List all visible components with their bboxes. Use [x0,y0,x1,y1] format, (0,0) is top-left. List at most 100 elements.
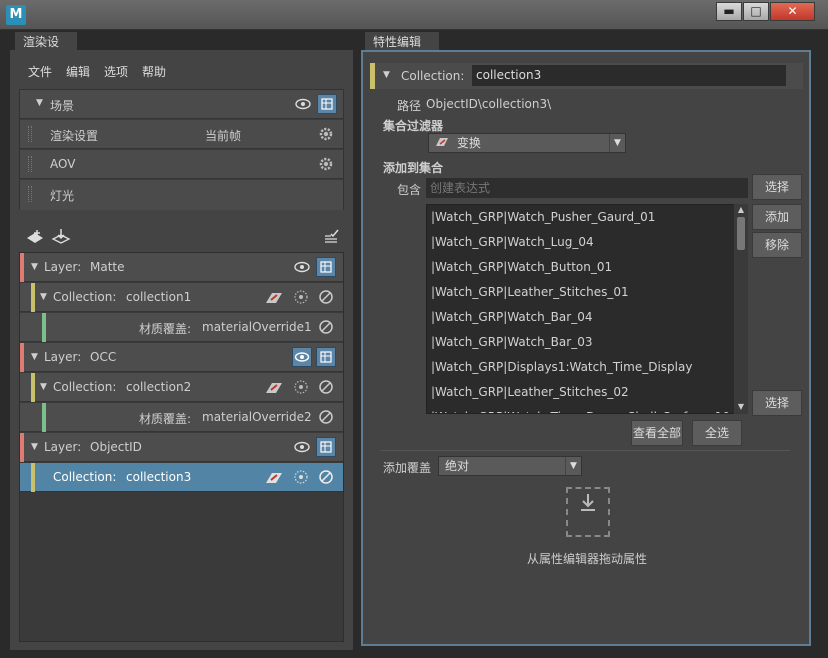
menu-bar: 文件 编辑 选项 帮助 [28,63,166,80]
render-visibility-icon[interactable] [316,437,336,457]
list-item[interactable]: |Watch_GRP|Watch_Lug_04 [431,230,594,255]
triangle-down-icon[interactable]: ▼ [36,98,43,108]
collection-color-stripe [31,373,35,402]
include-expression-input[interactable]: 创建表达式 [426,178,748,198]
menu-edit[interactable]: 编辑 [66,63,90,80]
list-item[interactable]: |Watch_GRP|Leather_Stitches_01 [431,280,629,305]
override-label: 材质覆盖: [139,412,192,426]
list-item[interactable]: |Watch_GRP|Leather_Stitches_02 [431,380,629,405]
disable-icon[interactable] [317,408,335,426]
triangle-down-icon[interactable]: ▼ [31,442,38,452]
override-icon [264,381,284,395]
layer-row-objectid[interactable]: ▼ Layer: ObjectID [20,433,343,462]
layer-color-stripe [20,433,24,462]
layer-color-stripe [20,343,24,372]
collection-members-list[interactable]: |Watch_GRP|Watch_Pusher_Gaurd_01 |Watch_… [426,204,748,414]
scene-item-aov[interactable]: AOV [20,150,343,179]
drag-attributes-hint: 从属性编辑器拖动属性 [527,552,648,566]
collection-row-collection3[interactable]: Collection: collection3 [20,463,343,492]
render-layers-tree: ▼ Layer: Matte ▼ Collection: collection1… [19,252,344,642]
collection-filter-label: 集合过滤器 [383,119,444,133]
triangle-down-icon[interactable]: ▼ [31,352,38,362]
override-row-materialOverride2[interactable]: 材质覆盖: materialOverride2 [20,403,343,432]
layer-row-matte[interactable]: ▼ Layer: Matte [20,253,343,282]
disable-icon[interactable] [317,288,335,306]
drag-handle-icon[interactable] [28,156,32,172]
menu-options[interactable]: 选项 [104,63,128,80]
override-type-dropdown[interactable]: 绝对 ▼ [438,456,582,476]
close-button[interactable]: ✕ [770,2,815,21]
list-item[interactable]: |Watch_GRP|Watch_Time_Dome_Shell_Surface… [431,405,730,413]
layer-row-occ[interactable]: ▼ Layer: OCC [20,343,343,372]
section-divider [380,450,790,451]
isolate-icon[interactable] [292,378,310,396]
triangle-down-icon[interactable]: ▼ [383,70,390,80]
override-row-materialOverride1[interactable]: 材质覆盖: materialOverride1 [20,313,343,342]
scroll-down-arrow-icon[interactable]: ▼ [734,401,748,413]
scene-item-render-settings[interactable]: 渲染设置 当前帧 [20,120,343,149]
eye-icon[interactable] [292,347,312,367]
chevron-down-icon: ▼ [565,457,581,475]
list-item[interactable]: |Watch_GRP|Watch_Button_01 [431,255,612,280]
eye-icon[interactable] [292,257,312,277]
select-all-button[interactable]: 全选 [692,420,742,446]
isolate-icon[interactable] [292,288,310,306]
tab-property-editor[interactable]: 特性编辑器 [365,32,439,69]
menu-help[interactable]: 帮助 [142,63,166,80]
list-item[interactable]: |Watch_GRP|Watch_Pusher_Gaurd_01 [431,205,655,230]
scene-header[interactable]: ▼ 场景 [20,90,343,119]
collection-name-field[interactable]: collection3 [472,65,786,86]
render-visibility-icon[interactable] [316,347,336,367]
triangle-down-icon[interactable]: ▼ [31,262,38,272]
select-members-button[interactable]: 选择 [752,390,802,416]
scene-section: ▼ 场景 渲染设置 当前帧 AOV 灯光 [19,89,344,210]
create-layer-icon[interactable] [25,228,45,249]
eye-icon[interactable] [292,437,312,457]
view-all-button[interactable]: 查看全部 [631,420,683,446]
collection-row-collection2[interactable]: ▼ Collection: collection2 [20,373,343,402]
collection-row-collection1[interactable]: ▼ Collection: collection1 [20,283,343,312]
list-scrollbar[interactable]: ▲ ▼ [734,204,748,414]
scrollbar-thumb[interactable] [737,217,745,250]
select-expression-button[interactable]: 选择 [752,174,802,200]
drag-handle-icon[interactable] [28,186,32,202]
eye-icon[interactable] [293,94,313,114]
tab-render-setup[interactable]: 渲染设置 [15,32,77,69]
override-name: materialOverride2 [202,410,312,424]
scroll-up-arrow-icon[interactable]: ▲ [734,204,748,216]
list-item[interactable]: |Watch_GRP|Watch_Bar_03 [431,330,592,355]
scene-item-lights[interactable]: 灯光 [20,180,343,210]
gear-icon[interactable] [317,155,335,173]
collection-name: collection1 [126,290,192,304]
list-item[interactable]: |Watch_GRP|Displays1:Watch_Time_Display [431,355,692,380]
attribute-drop-zone[interactable] [566,487,610,537]
add-button[interactable]: 添加 [752,204,802,230]
layer-name: ObjectID [90,440,142,454]
list-item[interactable]: |Watch_GRP|Watch_Bar_04 [431,305,592,330]
triangle-down-icon[interactable]: ▼ [40,382,47,392]
gear-icon[interactable] [317,125,335,143]
import-layer-icon[interactable] [51,228,71,249]
maximize-button[interactable]: □ [743,2,769,21]
lights-label: 灯光 [50,189,75,203]
disable-icon[interactable] [317,318,335,336]
collection-label: Collection: [53,470,117,484]
collection-filter-value: 变换 [456,136,481,150]
transform-icon [435,134,449,146]
checklist-icon[interactable] [322,228,340,249]
render-visibility-icon[interactable] [317,94,337,114]
triangle-down-icon[interactable]: ▼ [40,292,47,302]
override-type-value: 绝对 [445,459,470,473]
drag-handle-icon[interactable] [28,126,32,142]
collection-filter-dropdown[interactable]: 变换 ▼ [428,133,626,153]
render-visibility-icon[interactable] [316,257,336,277]
menu-file[interactable]: 文件 [28,63,52,80]
disable-icon[interactable] [317,468,335,486]
drop-arrow-icon [579,493,597,516]
collection-color-stripe [31,463,35,492]
remove-button[interactable]: 移除 [752,232,802,258]
minimize-button[interactable]: ▬ [716,2,742,21]
disable-icon[interactable] [317,378,335,396]
collection-label: Collection: [53,380,117,394]
isolate-icon[interactable] [292,468,310,486]
